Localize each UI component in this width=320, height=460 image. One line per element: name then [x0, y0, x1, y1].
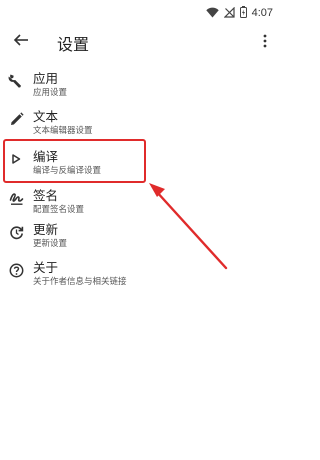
status-icons: 4:07 [205, 3, 273, 22]
settings-item-subtitle: 配置签名设置 [33, 205, 85, 215]
settings-item-compile[interactable]: 编译 编译与反编译设置 [0, 143, 281, 181]
settings-item-subtitle: 文本编辑器设置 [33, 126, 93, 136]
settings-item-title: 签名 [33, 188, 59, 203]
wrench-icon [7, 72, 25, 90]
help-circle-icon [7, 261, 25, 279]
settings-item-title: 关于 [33, 260, 59, 275]
status-bar: 4:07 [0, 0, 281, 20]
pencil-icon [7, 110, 25, 128]
settings-item-title: 编译 [33, 149, 59, 164]
settings-item-subtitle: 更新设置 [33, 239, 68, 249]
settings-item-subtitle: 应用设置 [33, 88, 68, 98]
settings-item-subtitle: 关于作者信息与相关链接 [33, 277, 127, 287]
settings-item-subtitle: 编译与反编译设置 [33, 166, 102, 176]
wifi-icon [205, 3, 219, 22]
arrow-back-icon [13, 32, 29, 52]
settings-item-title: 应用 [33, 71, 59, 86]
settings-item-sign[interactable]: 签名 配置签名设置 [0, 182, 281, 220]
app-bar: 设置 [0, 22, 281, 62]
update-clock-icon [7, 223, 25, 241]
settings-item-app[interactable]: 应用 应用设置 [0, 65, 281, 103]
back-button[interactable] [9, 30, 33, 54]
play-triangle-icon [7, 150, 25, 168]
settings-item-update[interactable]: 更新 更新设置 [0, 216, 281, 254]
status-time: 4:07 [251, 6, 273, 19]
settings-item-title: 文本 [33, 109, 59, 124]
settings-item-text[interactable]: 文本 文本编辑器设置 [0, 103, 281, 141]
page-title: 设置 [57, 35, 90, 54]
settings-item-title: 更新 [33, 222, 59, 237]
settings-item-about[interactable]: 关于 关于作者信息与相关链接 [0, 254, 281, 292]
signature-icon [7, 189, 25, 207]
more-vert-icon [263, 33, 267, 52]
settings-screen: 4:07 设置 应用 应用设置 文本 文本编辑器设置 编译 编译与反编译设置 签… [0, 0, 281, 460]
battery-charging-icon [239, 3, 247, 22]
signal-blocked-icon [223, 3, 235, 22]
more-options-button[interactable] [257, 30, 273, 54]
